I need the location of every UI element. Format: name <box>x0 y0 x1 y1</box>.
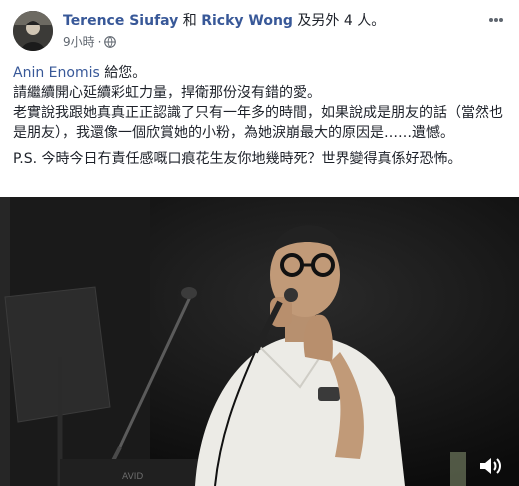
post-body: Anin Enomis 給您。 請繼續開心延續彩虹力量，捍衛那份沒有錯的愛。 老… <box>13 63 508 169</box>
others-connector-text: 及另外 <box>297 13 340 29</box>
author-avatar[interactable] <box>13 11 53 51</box>
post-paragraph-1: 請繼續開心延續彩虹力量，捍衛那份沒有錯的愛。 <box>13 85 321 101</box>
speaker-volume-icon[interactable] <box>477 454 503 478</box>
svg-text:AVID: AVID <box>122 472 143 482</box>
author-name-link[interactable]: Terence Siufay <box>63 13 178 29</box>
post-recipient-line: Anin Enomis 給您。 <box>13 63 508 83</box>
mention-link[interactable]: Anin Enomis <box>13 65 100 81</box>
co-author-name-link[interactable]: Ricky Wong <box>201 13 293 29</box>
post-header: Terence Siufay 和 Ricky Wong 及另外 4 人。 9小時… <box>13 11 508 53</box>
facebook-post: Terence Siufay 和 Ricky Wong 及另外 4 人。 9小時… <box>0 0 519 486</box>
post-authors-line: Terence Siufay 和 Ricky Wong 及另外 4 人。 <box>63 12 385 30</box>
post-paragraph-2: 老實說我跟她真真正正認識了只有一年多的時間，如果說成是朋友的話（當然也是朋友），… <box>13 105 503 141</box>
connector-text: 和 <box>182 13 197 29</box>
globe-icon[interactable] <box>104 35 117 48</box>
more-options-icon[interactable] <box>484 11 508 29</box>
post-paragraph-3: P.S. 今時今日冇責任感嘅口痕花生友你地幾時死？世界變得真係好恐怖。 <box>13 151 462 167</box>
post-photo[interactable]: AVID <box>0 197 519 486</box>
post-meta: 9小時 · <box>63 33 117 50</box>
post-timestamp[interactable]: 9小時 <box>63 33 95 50</box>
recipient-suffix: 給您。 <box>104 65 147 81</box>
others-link[interactable]: 4 人。 <box>344 13 385 29</box>
